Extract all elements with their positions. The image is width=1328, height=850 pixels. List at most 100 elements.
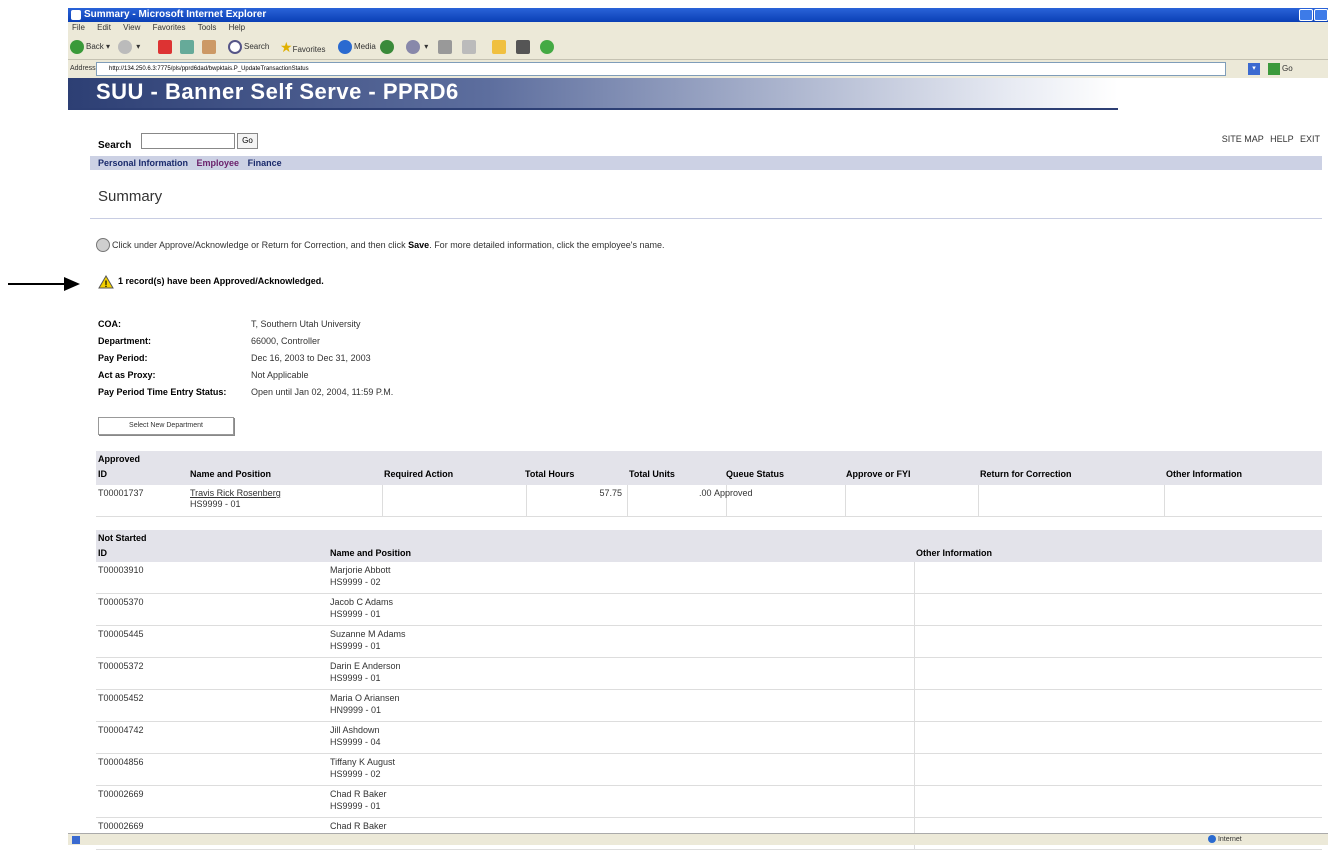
total-units-value: .00 (699, 488, 712, 498)
employee-name[interactable]: Jacob C Adams (330, 597, 393, 607)
exit-link[interactable]: EXIT (1300, 134, 1320, 144)
info-lightbulb-icon (96, 238, 110, 252)
employee-name[interactable]: Maria O Ariansen (330, 693, 400, 703)
go-arrow-icon (1268, 62, 1280, 75)
menu-bar: File Edit View Favorites Tools Help (68, 22, 1328, 34)
employee-name[interactable]: Tiffany K August (330, 757, 395, 767)
search-go-button[interactable]: Go (237, 133, 258, 149)
employee-id: T00005370 (98, 597, 144, 607)
favorites-button[interactable]: ★Favorites (280, 39, 325, 55)
approved-table-header: Approved ID Name and Position Required A… (96, 451, 1322, 485)
table-row: T00005452 Maria O Ariansen HN9999 - 01 (96, 690, 1322, 722)
mail-button[interactable]: ▾ (406, 39, 428, 55)
globe-icon (1208, 835, 1216, 844)
employee-name[interactable]: Chad R Baker (330, 821, 387, 831)
employee-name[interactable]: Suzanne M Adams (330, 629, 406, 639)
col-other-information: Other Information (1166, 469, 1242, 479)
menu-tools[interactable]: Tools (198, 23, 217, 32)
window-titlebar: Summary - Microsoft Internet Explorer (68, 8, 1328, 22)
menu-favorites[interactable]: Favorites (153, 23, 186, 32)
address-dropdown-icon[interactable]: ▾ (1248, 63, 1260, 75)
menu-file[interactable]: File (72, 23, 85, 32)
menu-view[interactable]: View (123, 23, 140, 32)
col-other-information: Other Information (916, 548, 992, 558)
refresh-button[interactable] (180, 39, 196, 55)
history-icon (380, 39, 394, 54)
col-queue-status: Queue Status (726, 469, 785, 479)
key-info-proxy: Act as Proxy: Not Applicable (98, 370, 309, 380)
menu-edit[interactable]: Edit (97, 23, 111, 32)
edit-button[interactable] (462, 39, 478, 55)
total-hours-value: 57.75 (599, 488, 622, 498)
col-id: ID (98, 469, 107, 479)
col-name-position: Name and Position (330, 548, 412, 558)
stop-button[interactable] (158, 39, 174, 55)
print-button[interactable] (438, 39, 454, 55)
address-go-button[interactable]: Go (1268, 62, 1302, 76)
title-divider (90, 218, 1322, 219)
browser-toolbar: Back ▾ ▾ Search ★Favorites Media ▾ (68, 34, 1328, 60)
address-input[interactable]: http://134.250.6.3:7775/pls/pprd6dad/bwp… (96, 62, 1226, 76)
page-title: Summary (98, 188, 163, 205)
nav-employee[interactable]: Employee (197, 158, 240, 168)
folder-button[interactable] (492, 39, 508, 55)
warning-message: ! 1 record(s) have been Approved/Acknowl… (98, 275, 324, 289)
col-return-correction: Return for Correction (980, 469, 1072, 479)
banner-underline (68, 108, 1118, 110)
messenger-button[interactable] (516, 39, 532, 55)
nav-finance[interactable]: Finance (248, 158, 282, 168)
menu-help[interactable]: Help (229, 23, 245, 32)
employee-name[interactable]: Darin E Anderson (330, 661, 401, 671)
search-label: Search (98, 140, 132, 151)
approved-table: Approved ID Name and Position Required A… (96, 451, 1322, 517)
edit-icon (462, 39, 476, 54)
star-icon: ★ (280, 39, 293, 55)
info-message: Click under Approve/Acknowledge or Retur… (96, 238, 665, 252)
employee-position: HS9999 - 01 (330, 641, 381, 651)
search-input[interactable] (141, 133, 235, 149)
employee-position: HS9999 - 04 (330, 737, 381, 747)
search-toolbar-button[interactable]: Search (228, 39, 269, 55)
key-info-coa: COA: T, Southern Utah University (98, 319, 361, 329)
history-button[interactable] (380, 39, 396, 55)
svg-text:!: ! (105, 279, 108, 289)
employee-name[interactable]: Chad R Baker (330, 789, 387, 799)
employee-id: T00002669 (98, 789, 144, 799)
col-required-action: Required Action (384, 469, 454, 479)
employee-name[interactable]: Jill Ashdown (330, 725, 380, 735)
stop-icon (158, 39, 172, 54)
forward-arrow-icon (118, 39, 132, 54)
approved-id: T00001737 (98, 488, 144, 498)
table-row: T00004856 Tiffany K August HS9999 - 02 (96, 754, 1322, 786)
table-row: T00005445 Suzanne M Adams HS9999 - 01 (96, 626, 1322, 658)
help-link[interactable]: HELP (1270, 134, 1293, 144)
maximize-button[interactable] (1314, 9, 1328, 21)
site-banner: SUU - Banner Self Serve - PPRD6 (68, 78, 1328, 110)
site-map-link[interactable]: SITE MAP (1222, 134, 1264, 144)
refresh-icon (180, 39, 194, 54)
col-id: ID (98, 548, 107, 558)
employee-name-link[interactable]: Travis Rick Rosenberg (190, 488, 281, 498)
employee-id: T00003910 (98, 565, 144, 575)
home-icon (202, 39, 216, 54)
not-started-table-header: Not Started ID Name and Position Other I… (96, 530, 1322, 562)
nav-personal-information[interactable]: Personal Information (98, 158, 188, 168)
ie-logo-icon (71, 10, 81, 20)
employee-name[interactable]: Marjorie Abbott (330, 565, 391, 575)
table-row: T00004742 Jill Ashdown HS9999 - 04 (96, 722, 1322, 754)
employee-id: T00005452 (98, 693, 144, 703)
minimize-button[interactable] (1299, 9, 1313, 21)
people-button[interactable] (540, 39, 556, 55)
table-row: T00002669 Chad R Baker HS9999 - 01 (96, 786, 1322, 818)
back-button[interactable]: Back ▾ (70, 39, 110, 55)
forward-button[interactable]: ▾ (118, 39, 140, 55)
col-total-hours: Total Hours (525, 469, 575, 479)
media-button[interactable]: Media (338, 39, 376, 55)
top-links: SITE MAP HELP EXIT (1218, 134, 1320, 144)
employee-position: HS9999 - 01 (330, 673, 381, 683)
status-bar: Internet (68, 833, 1328, 845)
people-icon (540, 39, 554, 54)
home-button[interactable] (202, 39, 218, 55)
pointer-arrow-icon (8, 277, 80, 291)
select-new-department-button[interactable]: Select New Department (98, 417, 234, 435)
